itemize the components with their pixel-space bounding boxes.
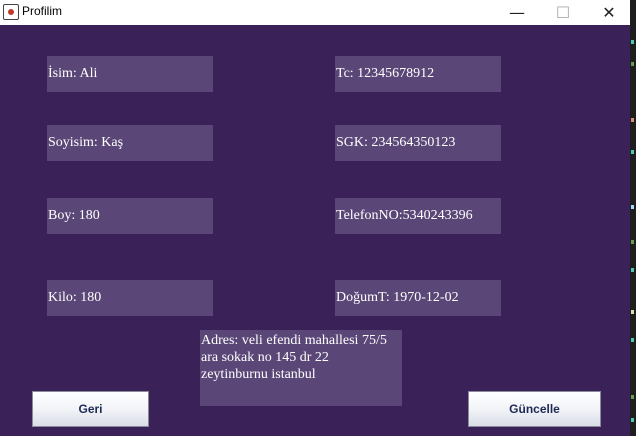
back-button[interactable]: Geri xyxy=(32,391,149,427)
background-window-edge xyxy=(630,0,636,436)
address-line-2: ara sokak no 145 dr 22 xyxy=(201,350,329,365)
app-icon xyxy=(3,4,19,20)
minimize-button[interactable]: — xyxy=(494,0,540,25)
update-button[interactable]: Güncelle xyxy=(468,391,601,427)
birthdate-field: DoğumT: 1970-12-02 xyxy=(335,280,501,316)
profile-panel: İsim: Ali Soyisim: Kaş Boy: 180 Kilo: 18… xyxy=(0,25,630,436)
phone-field: TelefonNO:5340243396 xyxy=(335,198,501,234)
close-button[interactable]: ✕ xyxy=(586,0,632,25)
address-line-3: zeytinburnu istanbul xyxy=(201,367,316,382)
height-field: Boy: 180 xyxy=(47,198,213,234)
window-title: Profilim xyxy=(22,4,63,18)
sgk-field: SGK: 234564350123 xyxy=(335,125,501,161)
maximize-button[interactable]: ☐ xyxy=(540,0,586,25)
address-field: Adres: veli efendi mahallesi 75/5 ara so… xyxy=(200,330,402,406)
surname-field: Soyisim: Kaş xyxy=(47,125,213,161)
weight-field: Kilo: 180 xyxy=(47,280,213,316)
address-line-1: Adres: veli efendi mahallesi 75/5 xyxy=(201,333,387,348)
name-field: İsim: Ali xyxy=(47,56,213,92)
tc-field: Tc: 12345678912 xyxy=(335,56,501,92)
title-bar: Profilim — ☐ ✕ xyxy=(0,0,630,25)
